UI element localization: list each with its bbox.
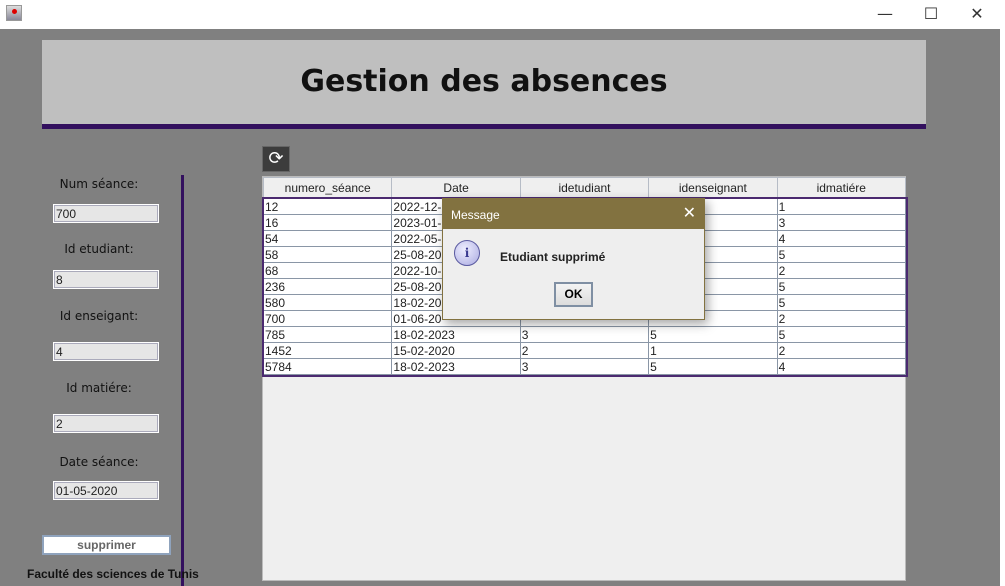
id-enseignant-label: Id enseigant: [59, 309, 139, 323]
table-cell[interactable]: 68 [262, 262, 393, 279]
table-cell[interactable]: 58 [262, 246, 393, 263]
table-cell[interactable]: 18-02-2023 [391, 358, 521, 375]
date-seance-label: Date séance: [59, 455, 139, 469]
table-cell[interactable]: 2 [519, 342, 650, 359]
table-cell[interactable]: 3 [519, 326, 650, 343]
column-header[interactable]: numero_séance [262, 177, 393, 199]
close-window-button[interactable]: ✕ [954, 0, 1000, 29]
table-cell[interactable]: 1452 [262, 342, 393, 359]
header-divider [42, 124, 926, 129]
column-header[interactable]: idenseignant [648, 177, 778, 199]
table-cell[interactable]: 4 [776, 358, 907, 375]
page-title: Gestion des absences [300, 64, 668, 99]
refresh-button[interactable]: ⟳ [262, 146, 290, 172]
table-cell[interactable]: 5 [648, 358, 778, 375]
background-window-edge [1000, 29, 1005, 586]
table-cell[interactable]: 236 [262, 278, 393, 295]
dialog-close-icon[interactable]: ✕ [683, 203, 696, 222]
minimize-button[interactable]: — [862, 0, 908, 29]
ok-button[interactable]: OK [554, 282, 593, 307]
dialog-message: Etudiant supprimé [500, 250, 606, 264]
id-matiere-label: Id matiére: [66, 381, 132, 395]
id-matiere-input[interactable]: 2 [53, 414, 159, 433]
column-header[interactable]: Date [391, 177, 521, 199]
table-cell[interactable]: 4 [776, 230, 907, 247]
table-cell[interactable]: 54 [262, 230, 393, 247]
table-cell[interactable]: 5 [776, 294, 907, 311]
table-cell[interactable]: 700 [262, 310, 393, 327]
table-cell[interactable]: 15-02-2020 [391, 342, 521, 359]
date-seance-input[interactable]: 01-05-2020 [53, 481, 159, 500]
sidebar-divider [181, 175, 184, 586]
column-header[interactable]: idmatiére [776, 177, 907, 199]
table-row[interactable]: 1452 15-02-2020 2 1 2 [262, 342, 907, 359]
header-panel: Gestion des absences [42, 40, 926, 124]
table-cell[interactable]: 5 [648, 326, 778, 343]
table-cell[interactable]: 3 [519, 358, 650, 375]
table-cell[interactable]: 1 [648, 342, 778, 359]
num-seance-label: Num séance: [59, 177, 139, 191]
refresh-icon: ⟳ [268, 148, 284, 169]
table-cell[interactable]: 3 [776, 214, 907, 231]
id-etudiant-input[interactable]: 8 [53, 270, 159, 289]
id-etudiant-label: Id etudiant: [64, 242, 134, 256]
window-titlebar: — ☐ ✕ [0, 0, 1005, 29]
table-cell[interactable]: 2 [776, 310, 907, 327]
table-cell[interactable]: 5 [776, 278, 907, 295]
table-cell[interactable]: 5 [776, 326, 907, 343]
table-row[interactable]: 5784 18-02-2023 3 5 4 [262, 358, 907, 375]
info-icon: i [454, 240, 480, 266]
table-cell[interactable]: 1 [776, 198, 907, 215]
column-header[interactable]: idetudiant [519, 177, 650, 199]
table-cell[interactable]: 12 [262, 198, 393, 215]
table-cell[interactable]: 5 [776, 246, 907, 263]
table-cell[interactable]: 785 [262, 326, 393, 343]
table-cell[interactable]: 16 [262, 214, 393, 231]
id-enseignant-input[interactable]: 4 [53, 342, 159, 361]
table-cell[interactable]: 5784 [262, 358, 393, 375]
num-seance-input[interactable]: 700 [53, 204, 159, 223]
supprimer-button[interactable]: supprimer [42, 535, 171, 555]
table-cell[interactable]: 18-02-2023 [391, 326, 521, 343]
table-cell[interactable]: 2 [776, 262, 907, 279]
table-cell[interactable]: 580 [262, 294, 393, 311]
message-dialog: Message ✕ i Etudiant supprimé OK [442, 198, 705, 320]
maximize-button[interactable]: ☐ [908, 0, 954, 29]
footer-text: Faculté des sciences de Tunis [27, 567, 199, 581]
table-cell[interactable]: 2 [776, 342, 907, 359]
dialog-title: Message [443, 199, 704, 229]
java-app-icon [6, 5, 22, 21]
table-row[interactable]: 785 18-02-2023 3 5 5 [262, 326, 907, 343]
